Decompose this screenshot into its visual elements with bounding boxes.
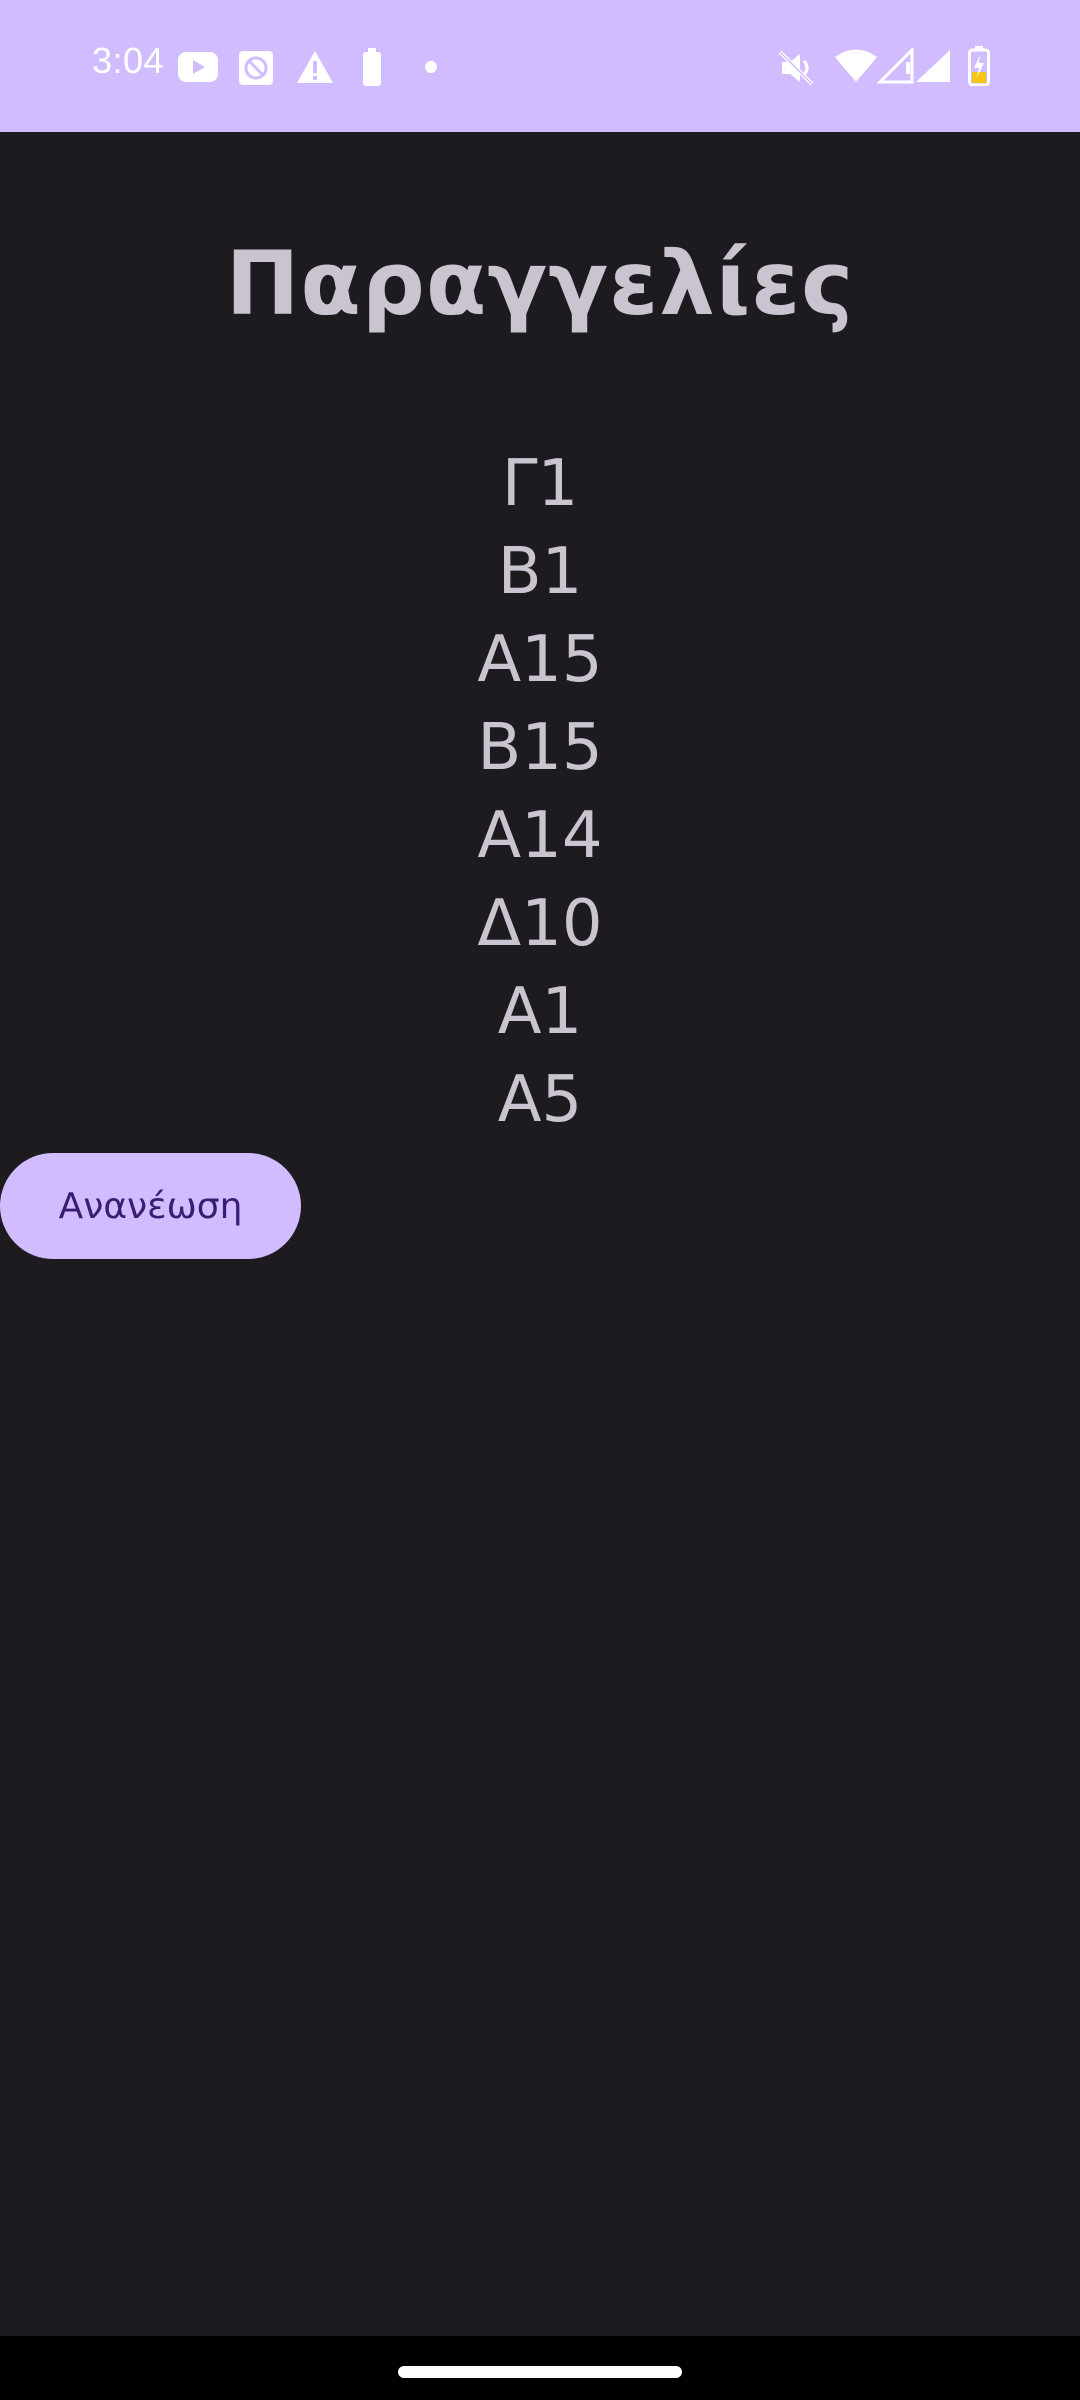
order-item: Α5 [497, 1063, 583, 1137]
order-item: Β15 [477, 711, 603, 785]
order-item: Α15 [477, 623, 603, 697]
home-indicator[interactable] [398, 2366, 682, 2378]
app-screen: 3:04 Παραγγελίες Γ1 Β1 Α15 Β15 Α14 Δ10 Α… [0, 0, 1080, 2400]
youtube-icon [178, 52, 218, 82]
order-item: Γ1 [501, 447, 579, 521]
order-item: Β1 [497, 535, 583, 609]
status-time: 3:04 [92, 40, 165, 81]
order-item: Α1 [497, 975, 583, 1049]
status-bar: 3:04 [0, 0, 1080, 132]
mute-icon [778, 50, 814, 86]
orders-list: Γ1 Β1 Α15 Β15 Α14 Δ10 Α1 Α5 [0, 440, 1080, 1144]
warning-icon [297, 51, 333, 83]
app-notification-icon [239, 51, 273, 85]
navigation-bar [0, 2336, 1080, 2400]
battery-charging-icon [968, 46, 990, 86]
dot-icon [425, 61, 437, 73]
wifi-icon [835, 49, 877, 82]
signal-icon [916, 50, 950, 82]
battery-saver-icon [363, 48, 381, 86]
page-title: Παραγγελίες [225, 232, 855, 335]
order-item: Δ10 [477, 887, 603, 961]
refresh-button[interactable]: Ανανέωση [0, 1153, 301, 1259]
order-item: Α14 [477, 799, 603, 873]
signal-empty-icon [876, 48, 914, 84]
